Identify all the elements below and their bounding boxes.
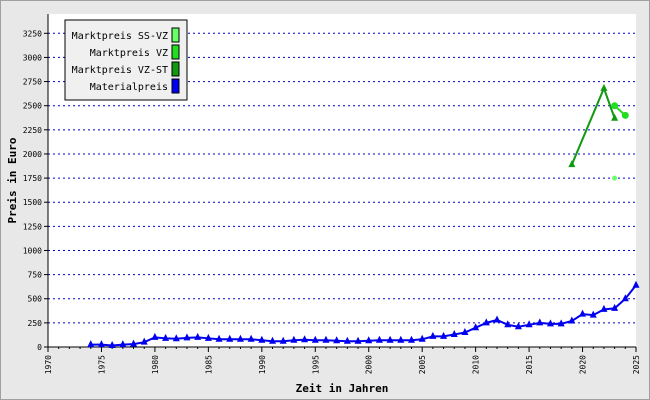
x-tick-label: 1980 bbox=[151, 355, 160, 374]
x-tick-label: 1985 bbox=[204, 355, 213, 374]
x-tick-label: 1975 bbox=[97, 355, 106, 374]
y-tick-label: 3000 bbox=[23, 53, 42, 62]
y-axis-title: Preis in Euro bbox=[6, 137, 19, 223]
legend-label: Materialpreis bbox=[90, 82, 168, 93]
x-tick-label: 2015 bbox=[525, 355, 534, 374]
data-point bbox=[611, 102, 619, 110]
x-tick-label: 1990 bbox=[258, 355, 267, 374]
chart: 0 250 500 750 1000 1250 1500 1750 2000 2250 2500 27… bbox=[6, 14, 641, 395]
x-tick-label: 1970 bbox=[44, 355, 53, 374]
legend-label: Marktpreis VZ-ST bbox=[72, 65, 168, 76]
y-tick-label: 1500 bbox=[23, 198, 42, 207]
y-tick-label: 0 bbox=[37, 343, 42, 352]
legend-swatch bbox=[171, 78, 180, 94]
legend-swatch bbox=[171, 61, 180, 77]
data-point bbox=[612, 175, 618, 181]
legend-swatch bbox=[171, 27, 180, 43]
x-tick-label: 2010 bbox=[472, 355, 481, 374]
x-tick-label: 2025 bbox=[632, 355, 641, 374]
x-tick-label: 1995 bbox=[311, 355, 320, 374]
data-point bbox=[621, 111, 629, 119]
legend-label: Marktpreis VZ bbox=[90, 48, 168, 59]
x-tick-label: 2020 bbox=[579, 355, 588, 374]
y-tick-label: 3250 bbox=[23, 29, 42, 38]
y-tick-label: 750 bbox=[28, 271, 43, 280]
x-axis-title: Zeit in Jahren bbox=[296, 382, 389, 395]
y-tick-label: 2000 bbox=[23, 150, 42, 159]
y-tick-label: 500 bbox=[28, 295, 43, 304]
y-tick-label: 1000 bbox=[23, 246, 42, 255]
y-tick-label: 1750 bbox=[23, 174, 42, 183]
y-tick-label: 2250 bbox=[23, 126, 42, 135]
legend-swatch bbox=[171, 44, 180, 60]
y-tick-label: 1250 bbox=[23, 222, 42, 231]
legend: Marktpreis SS-VZ Marktpreis VZ Marktpreis … bbox=[64, 19, 188, 101]
x-tick-label: 2000 bbox=[365, 355, 374, 374]
y-tick-label: 2500 bbox=[23, 102, 42, 111]
legend-label: Marktpreis SS-VZ bbox=[72, 31, 168, 42]
series-marktpreis-ss-vz bbox=[612, 175, 618, 181]
y-tick-label: 250 bbox=[28, 319, 43, 328]
y-tick-label: 2750 bbox=[23, 78, 42, 87]
x-tick-label: 2005 bbox=[418, 355, 427, 374]
